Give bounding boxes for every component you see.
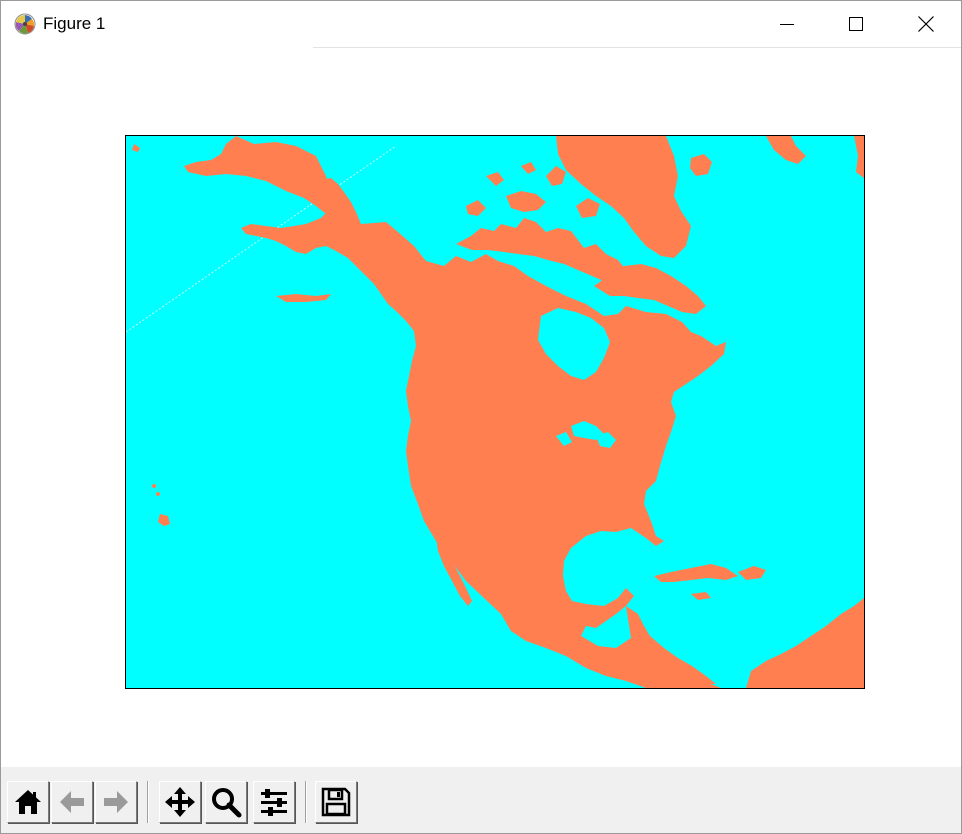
- back-button[interactable]: [51, 781, 93, 823]
- pan-move-icon: [165, 787, 195, 817]
- toolbar-separator: [147, 781, 149, 823]
- zoom-magnifier-icon: [212, 788, 242, 818]
- north-america-map: [126, 136, 864, 688]
- map-axes[interactable]: [125, 135, 865, 689]
- back-arrow-icon: [60, 791, 84, 813]
- figure-window: Figure 1: [0, 0, 962, 834]
- figure-canvas[interactable]: [1, 48, 961, 766]
- save-floppy-icon: [321, 787, 351, 817]
- minimize-button[interactable]: [753, 1, 821, 47]
- pan-button[interactable]: [159, 781, 201, 823]
- close-button[interactable]: [892, 1, 960, 47]
- toolbar-separator: [305, 781, 307, 823]
- maximize-button[interactable]: [822, 1, 890, 47]
- window-title: Figure 1: [43, 14, 106, 33]
- maximize-icon: [849, 17, 863, 31]
- matplotlib-icon: [14, 13, 36, 35]
- save-button[interactable]: [315, 781, 357, 823]
- home-icon: [15, 790, 41, 814]
- forward-arrow-icon: [104, 791, 128, 813]
- close-icon: [918, 16, 934, 32]
- zoom-button[interactable]: [205, 781, 247, 823]
- configure-subplots-icon: [261, 789, 287, 816]
- forward-button[interactable]: [95, 781, 137, 823]
- configure-subplots-button[interactable]: [253, 781, 295, 823]
- home-button[interactable]: [7, 781, 49, 823]
- navigation-toolbar: [1, 767, 961, 833]
- title-bar[interactable]: Figure 1: [1, 1, 961, 47]
- minimize-icon: [780, 24, 794, 25]
